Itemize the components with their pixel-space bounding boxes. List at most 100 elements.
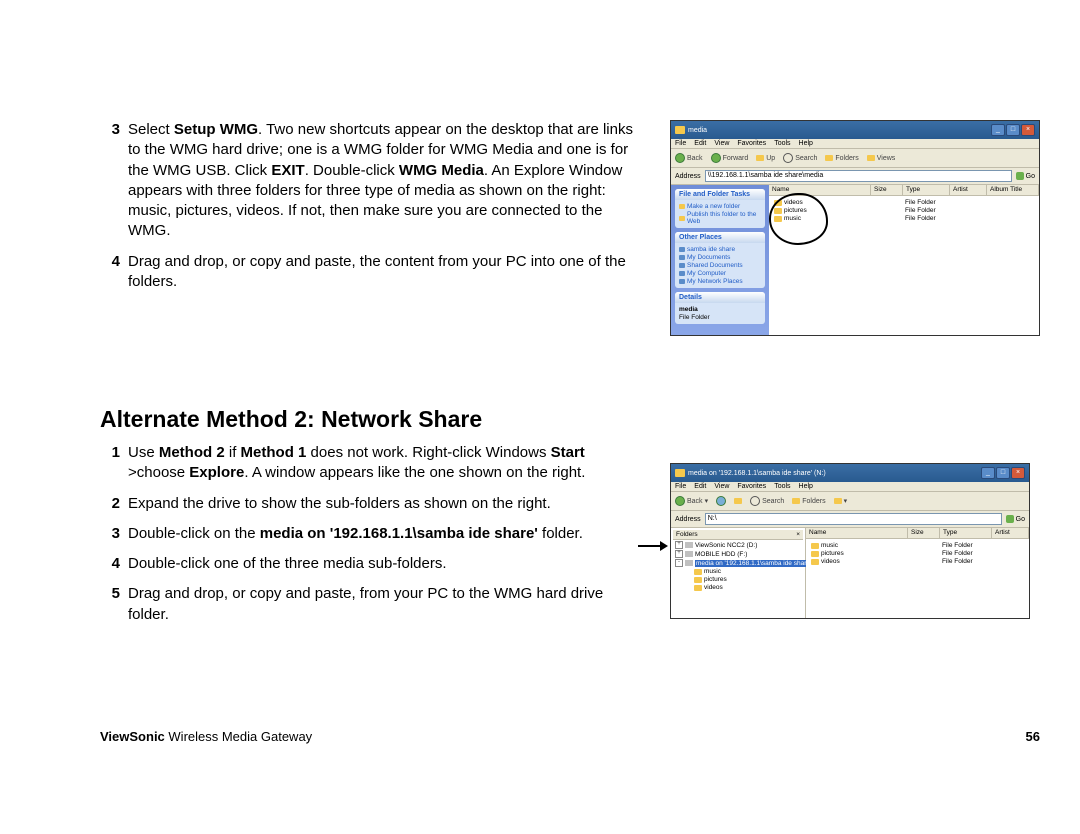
address-field[interactable]: \\192.168.1.1\samba ide share\media [705, 170, 1012, 182]
menu-item[interactable]: Help [799, 483, 813, 490]
views-icon [834, 498, 842, 504]
folder-icon [694, 577, 702, 583]
toolbar: Back ▾ Search Folders ▾ [671, 492, 1029, 511]
back-button[interactable]: Back ▾ [675, 496, 708, 506]
menu-item[interactable]: Help [799, 140, 813, 147]
column-header[interactable]: Name [769, 185, 871, 195]
minimize-button[interactable]: _ [981, 467, 995, 479]
step-body: Select Setup WMG. Two new shortcuts appe… [128, 120, 640, 242]
step-body: Expand the drive to show the sub-folders… [128, 494, 640, 514]
search-icon [783, 153, 793, 163]
search-button[interactable]: Search [750, 496, 784, 506]
file-name: music [784, 215, 801, 222]
menu-item[interactable]: Edit [694, 483, 706, 490]
sidebar-link[interactable]: My Computer [679, 270, 761, 277]
forward-button[interactable]: Forward [711, 153, 749, 163]
expand-toggle[interactable]: + [675, 550, 683, 558]
forward-icon [711, 153, 721, 163]
expand-toggle[interactable]: + [675, 541, 683, 549]
tree-node[interactable]: -media on '192.168.1.1\samba ide share' … [673, 559, 803, 567]
sidebar-link[interactable]: samba ide share [679, 246, 761, 253]
page-number: 56 [1026, 729, 1040, 744]
folders-button[interactable]: Folders [792, 498, 825, 505]
minimize-button[interactable]: _ [991, 124, 1005, 136]
back-button[interactable]: Back [675, 153, 703, 163]
menu-item[interactable]: Edit [694, 140, 706, 147]
column-header[interactable]: Artist [992, 528, 1029, 538]
link-icon [679, 255, 685, 260]
menu-item[interactable]: Tools [774, 140, 790, 147]
sidebar-link[interactable]: Make a new folder [679, 203, 761, 210]
sidebar-link[interactable]: Shared Documents [679, 262, 761, 269]
address-field[interactable]: N:\ [705, 513, 1002, 525]
file-row[interactable]: videosFile Folder [774, 199, 1034, 206]
expand-toggle[interactable]: - [675, 559, 683, 567]
column-header[interactable]: Album Title [987, 185, 1039, 195]
file-type: File Folder [939, 542, 987, 549]
link-icon [679, 263, 685, 268]
column-header[interactable]: Size [908, 528, 940, 538]
sidebar-link[interactable]: Publish this folder to the Web [679, 211, 761, 225]
address-label: Address [675, 173, 701, 180]
file-row[interactable]: videosFile Folder [811, 558, 1024, 565]
maximize-button[interactable]: □ [1006, 124, 1020, 136]
tree-node[interactable]: pictures [673, 576, 803, 583]
step-number: 3 [100, 524, 120, 544]
up-button[interactable] [734, 498, 742, 504]
section-1-figure: media _□× File Edit View Favorites Tools Help… [670, 120, 1040, 356]
column-header[interactable]: Artist [950, 185, 987, 195]
window-title: media on '192.168.1.1\samba ide share' (… [688, 470, 826, 477]
tree-node[interactable]: videos [673, 584, 803, 591]
menu-item[interactable]: View [714, 483, 729, 490]
column-header[interactable]: Name [806, 528, 908, 538]
step-number: 5 [100, 584, 120, 604]
maximize-button[interactable]: □ [996, 467, 1010, 479]
menu-item[interactable]: Tools [774, 483, 790, 490]
menu-item[interactable]: View [714, 140, 729, 147]
menu-item[interactable]: Favorites [737, 140, 766, 147]
forward-button[interactable] [716, 496, 726, 506]
column-header[interactable]: Type [903, 185, 950, 195]
menu-item[interactable]: Favorites [737, 483, 766, 490]
views-icon [867, 155, 875, 161]
sidebar-link[interactable]: My Network Places [679, 278, 761, 285]
window-controls: _□× [990, 124, 1035, 136]
up-button[interactable]: Up [756, 155, 775, 162]
tree-node[interactable]: +ViewSonic NCC2 (D:) [673, 541, 803, 549]
drive-icon [685, 560, 693, 566]
file-row[interactable]: music File Folder [774, 215, 1034, 222]
folders-icon [792, 498, 800, 504]
tree-node[interactable]: music [673, 568, 803, 575]
go-button[interactable]: Go [1016, 172, 1035, 180]
folder-icon [774, 208, 782, 214]
step-number: 4 [100, 554, 120, 574]
titlebar: media _□× [671, 121, 1039, 139]
menu-item[interactable]: File [675, 483, 686, 490]
views-button[interactable]: ▾ [834, 497, 848, 505]
column-header[interactable]: Size [871, 185, 903, 195]
explorer-window-1: media _□× File Edit View Favorites Tools Help… [670, 120, 1040, 336]
link-label: My Computer [687, 270, 726, 277]
close-button[interactable]: × [1011, 467, 1025, 479]
file-row[interactable]: picturesFile Folder [811, 550, 1024, 557]
sidebar-link[interactable]: My Documents [679, 254, 761, 261]
column-header[interactable]: Type [940, 528, 992, 538]
file-row[interactable]: picturesFile Folder [774, 207, 1034, 214]
step-item: 4Double-click one of the three media sub… [100, 554, 640, 574]
search-button[interactable]: Search [783, 153, 817, 163]
column-headers: NameSizeTypeArtist [806, 528, 1029, 539]
step-body: Use Method 2 if Method 1 does not work. … [128, 443, 640, 484]
file-type: File Folder [902, 215, 950, 222]
menu-item[interactable]: File [675, 140, 686, 147]
go-button[interactable]: Go [1006, 515, 1025, 523]
link-icon [679, 271, 685, 276]
folders-button[interactable]: Folders [825, 155, 858, 162]
close-button[interactable]: × [1021, 124, 1035, 136]
close-tree-icon[interactable]: × [796, 531, 800, 538]
tree-node[interactable]: +MOBILE HDD (F:) [673, 550, 803, 558]
link-label: Shared Documents [687, 262, 743, 269]
views-button[interactable]: Views [867, 155, 896, 162]
other-places-panel: Other Places samba ide shareMy Documents… [675, 232, 765, 288]
drive-icon [685, 551, 693, 557]
file-row[interactable]: musicFile Folder [811, 542, 1024, 549]
